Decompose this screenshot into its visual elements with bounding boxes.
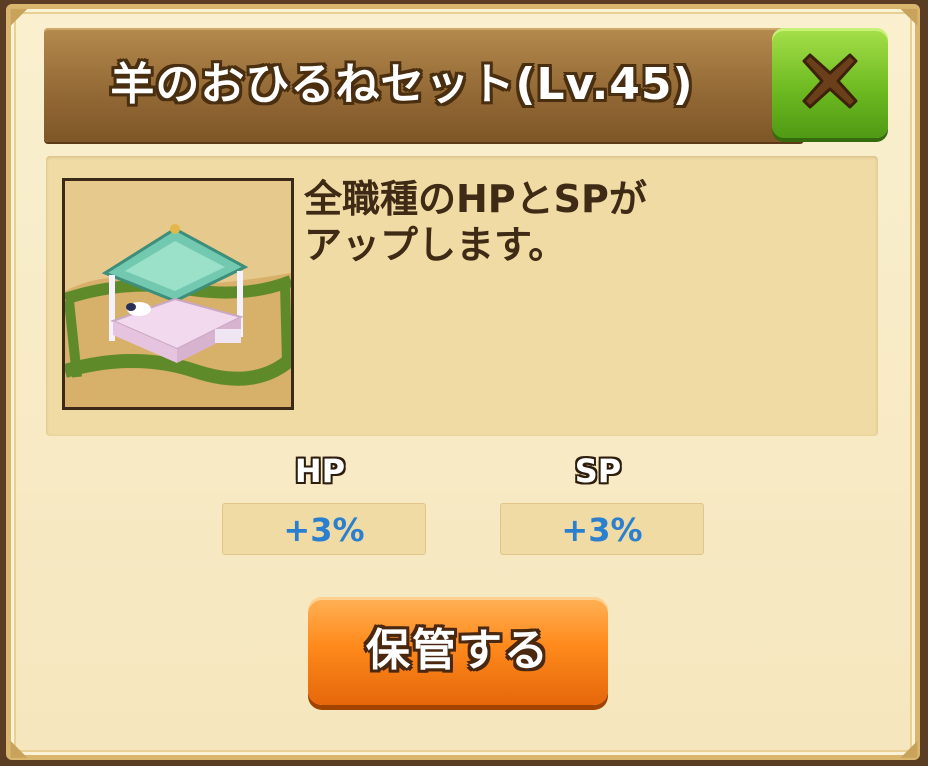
- close-x-icon: [802, 53, 858, 109]
- stat-label-sp: SP: [574, 452, 622, 490]
- item-description: 全職種のHPとSPが アップします。: [304, 177, 647, 267]
- item-info-panel: 全職種のHPとSPが アップします。: [46, 156, 878, 436]
- corner-ornament-icon: ◤: [10, 4, 28, 29]
- corner-ornament-icon: ◣: [10, 736, 28, 761]
- corner-ornament-icon: ◥: [900, 4, 918, 29]
- title-bar: 羊のおひるねセット(Lv.45): [44, 28, 804, 142]
- dialog-title: 羊のおひるねセット(Lv.45): [110, 59, 694, 110]
- stat-value-hp: +3%: [222, 503, 426, 555]
- corner-ornament-icon: ◢: [900, 736, 918, 761]
- store-button[interactable]: 保管する: [308, 597, 608, 705]
- sheep-canopy-bed-image: [65, 181, 291, 407]
- stat-value-sp: +3%: [500, 503, 704, 555]
- stat-label-hp: HP: [294, 452, 346, 490]
- store-button-label: 保管する: [366, 625, 550, 676]
- close-button[interactable]: [772, 28, 888, 138]
- item-image: [62, 178, 294, 410]
